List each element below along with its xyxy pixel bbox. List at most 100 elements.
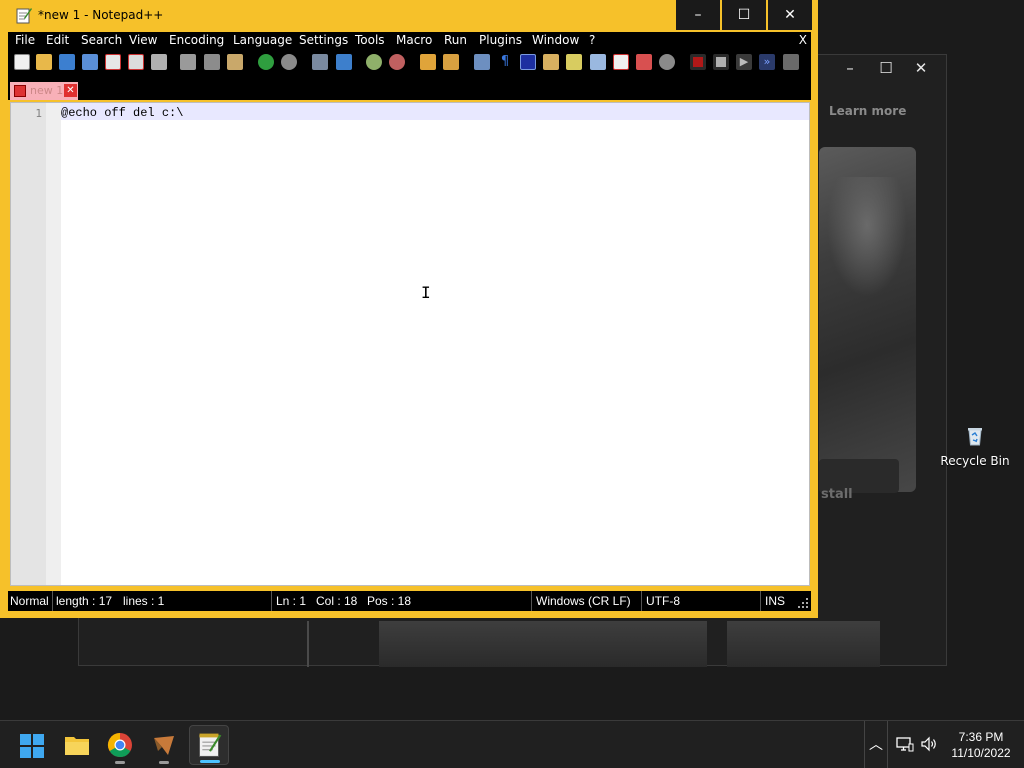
print-icon[interactable] <box>151 54 167 70</box>
file-explorer-button[interactable] <box>57 725 97 765</box>
menu-macro[interactable]: Macro <box>396 33 432 47</box>
text-editor[interactable]: 1 @echo off del c:\ I <box>10 102 810 586</box>
close-icon[interactable] <box>105 54 121 70</box>
redo-icon[interactable] <box>281 54 297 70</box>
status-mode: Normal <box>10 594 49 608</box>
fold-margin[interactable] <box>46 103 61 585</box>
minimize-button[interactable]: – <box>676 0 720 30</box>
close-document-button[interactable]: X <box>799 33 807 47</box>
status-insert-mode[interactable]: INS <box>765 594 785 608</box>
indent-guide-icon[interactable] <box>520 54 536 70</box>
menu-file[interactable]: File <box>15 33 35 47</box>
find-icon[interactable] <box>312 54 328 70</box>
save-icon[interactable] <box>59 54 75 70</box>
save-all-icon[interactable] <box>82 54 98 70</box>
user-language-icon[interactable] <box>543 54 559 70</box>
menu-edit[interactable]: Edit <box>46 33 69 47</box>
show-all-characters-icon[interactable]: ¶ <box>497 54 513 70</box>
sync-horizontal-icon[interactable] <box>443 54 459 70</box>
undo-icon[interactable] <box>258 54 274 70</box>
toolbar: ¶ ▶ » <box>8 50 811 76</box>
replace-icon[interactable] <box>336 54 352 70</box>
status-bar: Normal length : 17 lines : 1 Ln : 1 Col … <box>8 591 811 611</box>
learn-more-link[interactable]: Learn more <box>829 104 906 118</box>
close-button[interactable]: ✕ <box>768 0 812 30</box>
menu-search[interactable]: Search <box>81 33 122 47</box>
document-map-icon[interactable] <box>566 54 582 70</box>
paste-icon[interactable] <box>227 54 243 70</box>
notepad-plus-plus-button[interactable] <box>189 725 229 765</box>
folder-icon <box>65 737 89 755</box>
function-list-icon[interactable] <box>613 54 629 70</box>
zoom-in-icon[interactable] <box>366 54 382 70</box>
thumbnail-image[interactable] <box>379 621 554 667</box>
menu-plugins[interactable]: Plugins <box>479 33 522 47</box>
menu-run[interactable]: Run <box>444 33 467 47</box>
cut-icon[interactable] <box>180 54 196 70</box>
close-all-icon[interactable] <box>128 54 144 70</box>
recycle-bin-shortcut[interactable]: Recycle Bin <box>940 426 1010 468</box>
background-maximize-button[interactable]: ☐ <box>871 59 901 77</box>
resize-grip-icon[interactable] <box>797 597 809 609</box>
folder-as-workspace-icon[interactable] <box>636 54 652 70</box>
tab-label: new 1 <box>30 84 64 97</box>
chrome-button[interactable] <box>100 725 140 765</box>
run-macro-multiple-icon[interactable]: » <box>759 54 775 70</box>
editor-line[interactable]: @echo off del c:\ <box>61 106 183 120</box>
promo-artwork <box>819 147 916 492</box>
play-macro-icon[interactable]: ▶ <box>736 54 752 70</box>
text-cursor-icon: I <box>421 283 431 302</box>
notepad-plus-plus-icon <box>16 8 32 24</box>
status-position: Pos : 18 <box>367 594 412 608</box>
network-icon[interactable] <box>896 735 914 753</box>
status-line: Ln : 1 <box>276 594 307 608</box>
thumbnail-image[interactable] <box>554 621 707 667</box>
save-macro-icon[interactable] <box>783 54 799 70</box>
menu-window[interactable]: Window <box>532 33 579 47</box>
background-minimize-button[interactable]: – <box>835 59 865 77</box>
open-file-icon[interactable] <box>36 54 52 70</box>
new-file-icon[interactable] <box>14 54 30 70</box>
divider <box>531 591 532 611</box>
desktop: – ☐ ✕ Learn more stall Recycle Bin *new … <box>0 0 1024 768</box>
clock-date: 11/10/2022 <box>951 746 1011 760</box>
maximize-button[interactable]: ☐ <box>722 0 766 30</box>
menu-view[interactable]: View <box>129 33 157 47</box>
recycle-bin-icon <box>968 428 982 446</box>
start-button[interactable] <box>12 725 52 765</box>
menu-encoding[interactable]: Encoding <box>169 33 224 47</box>
monitoring-icon[interactable] <box>659 54 675 70</box>
tab-new-1[interactable]: new 1 ✕ <box>10 82 78 100</box>
menu-language[interactable]: Language <box>233 33 292 47</box>
status-encoding[interactable]: UTF-8 <box>646 594 680 608</box>
document-list-icon[interactable] <box>590 54 606 70</box>
menu-settings[interactable]: Settings <box>299 33 348 47</box>
thumbnail-image[interactable] <box>727 621 880 667</box>
unsaved-document-icon <box>14 85 26 97</box>
menu-help[interactable]: ? <box>589 33 595 47</box>
zoom-out-icon[interactable] <box>389 54 405 70</box>
tab-close-icon[interactable]: ✕ <box>64 84 77 97</box>
volume-icon[interactable] <box>920 735 938 753</box>
show-hidden-icons-button[interactable]: ︿ <box>864 721 888 768</box>
notepad-plus-plus-window[interactable]: *new 1 - Notepad++ – ☐ ✕ File Edit Searc… <box>0 0 818 618</box>
word-wrap-icon[interactable] <box>474 54 490 70</box>
divider <box>760 591 761 611</box>
clock-time: 7:36 PM <box>958 730 1004 744</box>
status-length: length : 17 <box>56 594 113 608</box>
divider <box>52 591 53 611</box>
copy-icon[interactable] <box>204 54 220 70</box>
running-indicator <box>115 761 125 764</box>
sync-vertical-icon[interactable] <box>420 54 436 70</box>
record-macro-icon[interactable] <box>690 54 706 70</box>
menu-tools[interactable]: Tools <box>355 33 385 47</box>
app-button[interactable] <box>144 725 184 765</box>
divider <box>271 591 272 611</box>
clock[interactable]: 7:36 PM 11/10/2022 <box>946 729 1016 761</box>
title-bar[interactable]: *new 1 - Notepad++ – ☐ ✕ <box>0 0 818 32</box>
background-close-button[interactable]: ✕ <box>906 59 936 77</box>
stop-recording-icon[interactable] <box>713 54 729 70</box>
status-eol-format[interactable]: Windows (CR LF) <box>536 594 631 608</box>
chrome-icon <box>107 733 132 758</box>
line-number-gutter <box>11 103 46 585</box>
